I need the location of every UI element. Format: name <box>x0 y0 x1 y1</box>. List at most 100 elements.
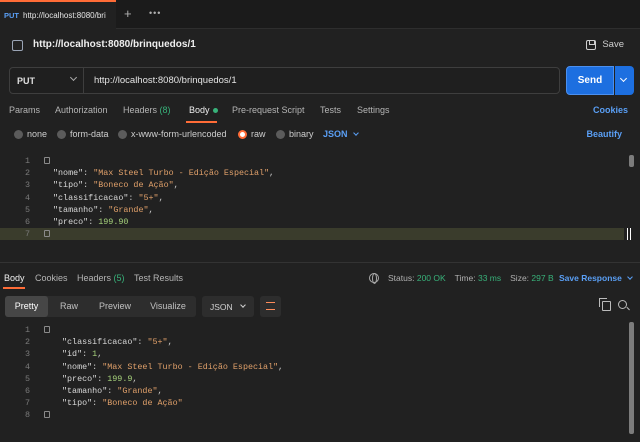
view-raw-button[interactable]: Raw <box>54 296 84 317</box>
tab-body[interactable]: Body <box>189 105 218 115</box>
json-comma: , <box>269 168 275 179</box>
chevron-down-icon <box>619 74 628 83</box>
radio-raw[interactable]: raw <box>238 129 266 139</box>
new-tab-icon[interactable]: + <box>124 7 132 20</box>
url-input[interactable] <box>94 68 544 93</box>
line-number: 4 <box>24 192 30 203</box>
code-text: "preco": 199.9, <box>62 373 137 385</box>
code-text: "tipo": "Boneco de Ação", <box>53 179 179 191</box>
headers-count: (8) <box>159 105 171 115</box>
line-number: 7 <box>24 398 30 409</box>
json-colon: : <box>92 361 103 372</box>
search-icon[interactable] <box>618 300 627 309</box>
json-value: "5+" <box>147 337 168 348</box>
code-line[interactable]: 1 <box>0 155 624 167</box>
view-preview-button[interactable]: Preview <box>94 296 136 317</box>
response-tab-test-results[interactable]: Test Results <box>134 273 183 283</box>
tab-tests[interactable]: Tests <box>320 105 341 115</box>
save-icon <box>586 39 597 50</box>
response-tab-body[interactable]: Body <box>4 273 25 283</box>
chevron-down-icon <box>239 302 246 308</box>
tab-settings[interactable]: Settings <box>357 105 390 115</box>
request-title[interactable]: http://localhost:8080/brinquedos/1 <box>33 39 196 50</box>
send-button[interactable]: Send <box>566 66 614 95</box>
body-format-select[interactable]: JSON <box>323 129 359 139</box>
response-format-select[interactable]: JSON <box>202 296 254 317</box>
json-key: "tipo" <box>53 180 84 191</box>
json-colon: : <box>83 168 94 179</box>
code-line[interactable]: 5 "tamanho": "Grande", <box>0 204 624 216</box>
line-number: 2 <box>24 168 30 179</box>
code-line[interactable]: 8 <box>0 409 624 421</box>
method-select[interactable]: PUT <box>10 68 84 93</box>
json-colon: : <box>128 192 139 203</box>
json-colon: : <box>82 349 93 360</box>
more-tabs-icon[interactable]: ••• <box>149 8 161 18</box>
response-body-viewer[interactable]: 1 2 "classificacao": "5+", 3 "id": 1, 4 "nome"… <box>0 324 640 434</box>
radio-none[interactable]: none <box>14 129 47 139</box>
json-value: 199.90 <box>98 217 129 227</box>
radio-urlencoded[interactable]: x-www-form-urlencoded <box>118 129 227 139</box>
json-comma: , <box>278 361 284 372</box>
code-line[interactable]: 3 "id": 1, <box>0 348 624 360</box>
status-value[interactable]: 200 OK <box>417 273 446 283</box>
fold-icon[interactable] <box>44 326 50 333</box>
code-line[interactable]: 3 "tipo": "Boneco de Ação", <box>0 179 624 191</box>
request-body-editor[interactable]: 1 2 "nome": "Max Steel Turbo - Edição Espe… <box>0 155 640 255</box>
json-key: "preco" <box>53 217 89 227</box>
copy-icon[interactable] <box>599 298 611 311</box>
body-type-options: none form-data x-www-form-urlencoded raw… <box>0 126 640 144</box>
response-editor-scrollbar[interactable] <box>629 322 634 434</box>
request-editor-scrollbar[interactable] <box>629 155 634 167</box>
send-options-button[interactable] <box>615 66 634 95</box>
response-tab-headers[interactable]: Headers (5) <box>77 273 125 283</box>
line-number: 3 <box>24 180 30 191</box>
save-response-label: Save Response <box>559 273 622 283</box>
radio-binary[interactable]: binary <box>276 129 314 139</box>
save-response-button[interactable]: Save Response <box>559 273 633 283</box>
code-line[interactable]: 6 "tamanho": "Grande", <box>0 385 624 397</box>
pane-divider[interactable] <box>0 262 640 263</box>
cookies-link[interactable]: Cookies <box>593 105 628 115</box>
response-tab-cookies[interactable]: Cookies <box>35 273 68 283</box>
tab-headers-label: Headers <box>123 105 158 115</box>
fold-icon[interactable] <box>44 230 50 238</box>
code-line[interactable]: 1 <box>0 324 624 336</box>
request-tab[interactable]: PUT http://localhost:8080/bri <box>0 0 116 29</box>
code-line[interactable]: 4 "nome": "Max Steel Turbo - Edição Espec… <box>0 361 624 373</box>
tab-authorization[interactable]: Authorization <box>55 105 108 115</box>
tab-params[interactable]: Params <box>9 105 40 115</box>
beautify-button[interactable]: Beautify <box>586 129 622 139</box>
json-key: "tipo" <box>62 398 93 409</box>
text-cursor <box>627 228 631 240</box>
wrap-lines-button[interactable] <box>260 296 281 317</box>
save-label: Save <box>602 39 624 50</box>
time-value[interactable]: 33 ms <box>478 273 501 283</box>
tab-body-label: Body <box>189 105 210 115</box>
code-line[interactable]: 5 "preco": 199.9, <box>0 373 624 385</box>
code-line[interactable]: 7 "tipo": "Boneco de Ação" <box>0 397 624 409</box>
radio-form-data[interactable]: form-data <box>57 129 109 139</box>
size-value[interactable]: 297 B <box>531 273 553 283</box>
view-visualize-button[interactable]: Visualize <box>146 296 190 317</box>
code-line[interactable]: 2 "nome": "Max Steel Turbo - Edição Espec… <box>0 167 624 179</box>
view-pretty-button[interactable]: Pretty <box>5 296 48 317</box>
tab-headers[interactable]: Headers (8) <box>123 105 171 115</box>
json-comma: , <box>97 349 103 360</box>
radio-urlencoded-label: x-www-form-urlencoded <box>131 129 227 139</box>
tab-pre-request-script[interactable]: Pre-request Script <box>232 105 305 115</box>
fold-icon[interactable] <box>44 157 50 164</box>
code-line[interactable]: 6 "preco": 199.90 <box>0 216 624 228</box>
request-header: http://localhost:8080/brinquedos/1 Save <box>0 30 640 60</box>
globe-icon[interactable] <box>369 273 379 284</box>
response-format-label: JSON <box>210 301 233 312</box>
chevron-down-icon <box>627 273 633 280</box>
code-line[interactable]: 2 "classificacao": "5+", <box>0 336 624 348</box>
json-value: 199.9 <box>107 373 133 384</box>
json-comma: , <box>173 180 179 191</box>
code-line[interactable]: 7 <box>0 228 624 241</box>
tab-bar: PUT http://localhost:8080/bri + ••• <box>0 0 640 29</box>
code-line[interactable]: 4 "classificacao": "5+", <box>0 192 624 204</box>
save-button[interactable]: Save <box>586 39 624 50</box>
fold-icon[interactable] <box>44 411 50 419</box>
